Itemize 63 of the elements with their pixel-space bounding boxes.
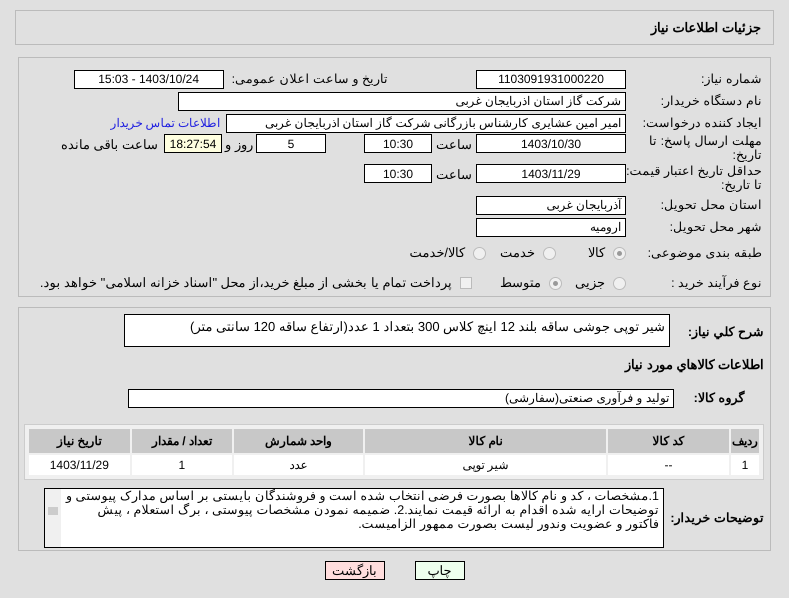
column-header: نام کالا <box>364 429 606 453</box>
page-title: جزئیات اطلاعات نیاز <box>650 18 761 38</box>
radio-button[interactable] <box>543 246 556 260</box>
field-label: توضیحات خریدار: <box>669 510 764 528</box>
remaining-time-field: 18:27:54 <box>164 134 222 153</box>
table-cell: 1 <box>132 455 232 475</box>
time-label: ساعت <box>435 136 473 154</box>
radio-label: خدمت <box>500 244 535 262</box>
city-field[interactable]: ارومیه <box>476 218 626 236</box>
radio-label: متوسط <box>500 274 541 292</box>
requester-field[interactable]: امیر امین عشایری کارشناس بازرگانی شرکت گاز استان اذربایجان غربی <box>226 114 626 132</box>
radio-button[interactable] <box>473 246 486 260</box>
time-field[interactable]: 10:30 <box>364 134 432 153</box>
province-field[interactable]: آذربایجان غربی <box>476 196 626 214</box>
field-label: طبقه بندی موضوعی: <box>646 244 762 262</box>
scrollbar <box>45 489 61 547</box>
field-label: نام دستگاه خریدار: <box>660 92 762 110</box>
time-field[interactable]: 10:30 <box>364 164 432 183</box>
field-label: مهلت ارسال پاسخ: تا تاریخ: <box>648 134 762 162</box>
date-field[interactable]: 1403/10/30 <box>476 134 626 153</box>
radio-button[interactable] <box>613 246 626 260</box>
announce-date-field[interactable]: 1403/10/24 - 15:03 <box>74 70 224 88</box>
radio-button[interactable] <box>549 276 562 290</box>
field-label: شماره نیاز: <box>700 70 762 88</box>
buyer-field[interactable]: شرکت گاز استان اذربایجان غربی <box>178 92 626 110</box>
notes-text: 1.مشخصات ، کد و نام کالاها بصورت فرضی انتخاب شده است و فروشندگان بایستی بر اساس مدارک پیوستی و توضیحات ارایه شده اقدام به ارائه قیمت نمایند.2. ضمیمه نمودن مشخصات پیوستی ، برگ استعلام ، پیش فاکتور و عضویت وندور لیست بصورت ممهور الزامیست. <box>64 489 660 533</box>
time-label: ساعت <box>435 166 473 184</box>
back-button[interactable]: بازگشت <box>324 561 384 580</box>
radio-label: کالا <box>588 244 605 262</box>
table-cell: 1403/11/29 <box>29 455 130 475</box>
radio-button[interactable] <box>613 276 626 290</box>
need-number-field[interactable]: 1103091931000220 <box>476 70 626 88</box>
section-title: اطلاعات کالاهاي مورد نياز <box>625 356 764 374</box>
field-label: حداقل تاریخ اعتبار قیمت: تا تاریخ: <box>626 164 762 192</box>
table-cell: -- <box>608 455 729 475</box>
table-cell: شیر توپی <box>364 455 606 475</box>
checkbox-label: پرداخت تمام یا بخشی از مبلغ خرید،از محل "اسناد خزانه اسلامی" خواهد بود. <box>40 274 452 292</box>
print-button[interactable]: چاپ <box>414 561 464 580</box>
notes-textarea[interactable] <box>44 488 664 548</box>
field-label: ایجاد کننده درخواست: <box>642 114 762 132</box>
goods-group-field[interactable]: تولید و فرآوری صنعتی(سفارشی) <box>128 388 674 408</box>
days-field[interactable]: 5 <box>256 134 326 153</box>
column-header: ردیف <box>730 429 759 453</box>
checkbox[interactable] <box>460 277 472 289</box>
column-header: واحد شمارش <box>234 429 363 453</box>
radio-label: جزیی <box>575 274 605 292</box>
remaining-label: ساعت باقی مانده <box>60 136 158 154</box>
column-header: تعداد / مقدار <box>132 429 232 453</box>
field-label: شرح کلي نياز: <box>686 324 764 342</box>
field-label: شهر محل تحویل: <box>668 218 762 236</box>
field-label: استان محل تحویل: <box>660 196 762 214</box>
table-cell: عدد <box>234 455 363 475</box>
table-cell: 1 <box>730 455 759 475</box>
column-header: کد کالا <box>608 429 729 453</box>
field-label: تاریخ و ساعت اعلان عمومی: <box>232 70 388 88</box>
contact-link[interactable]: اطلاعات تماس خریدار <box>110 114 220 132</box>
date-field[interactable]: 1403/11/29 <box>476 164 626 183</box>
field-label: نوع فرآیند خرید : <box>670 274 762 292</box>
days-label: روز و <box>224 136 254 154</box>
column-header: تاریخ نیاز <box>29 429 130 453</box>
radio-label: کالا/خدمت <box>409 244 465 262</box>
description-textarea[interactable]: شیر توپی جوشی ساقه بلند 12 اینچ کلاس 300 بتعداد 1 عدد(ارتفاع ساقه 120 سانتی متر) <box>124 314 670 347</box>
field-label: گروه کالا: <box>692 390 746 408</box>
